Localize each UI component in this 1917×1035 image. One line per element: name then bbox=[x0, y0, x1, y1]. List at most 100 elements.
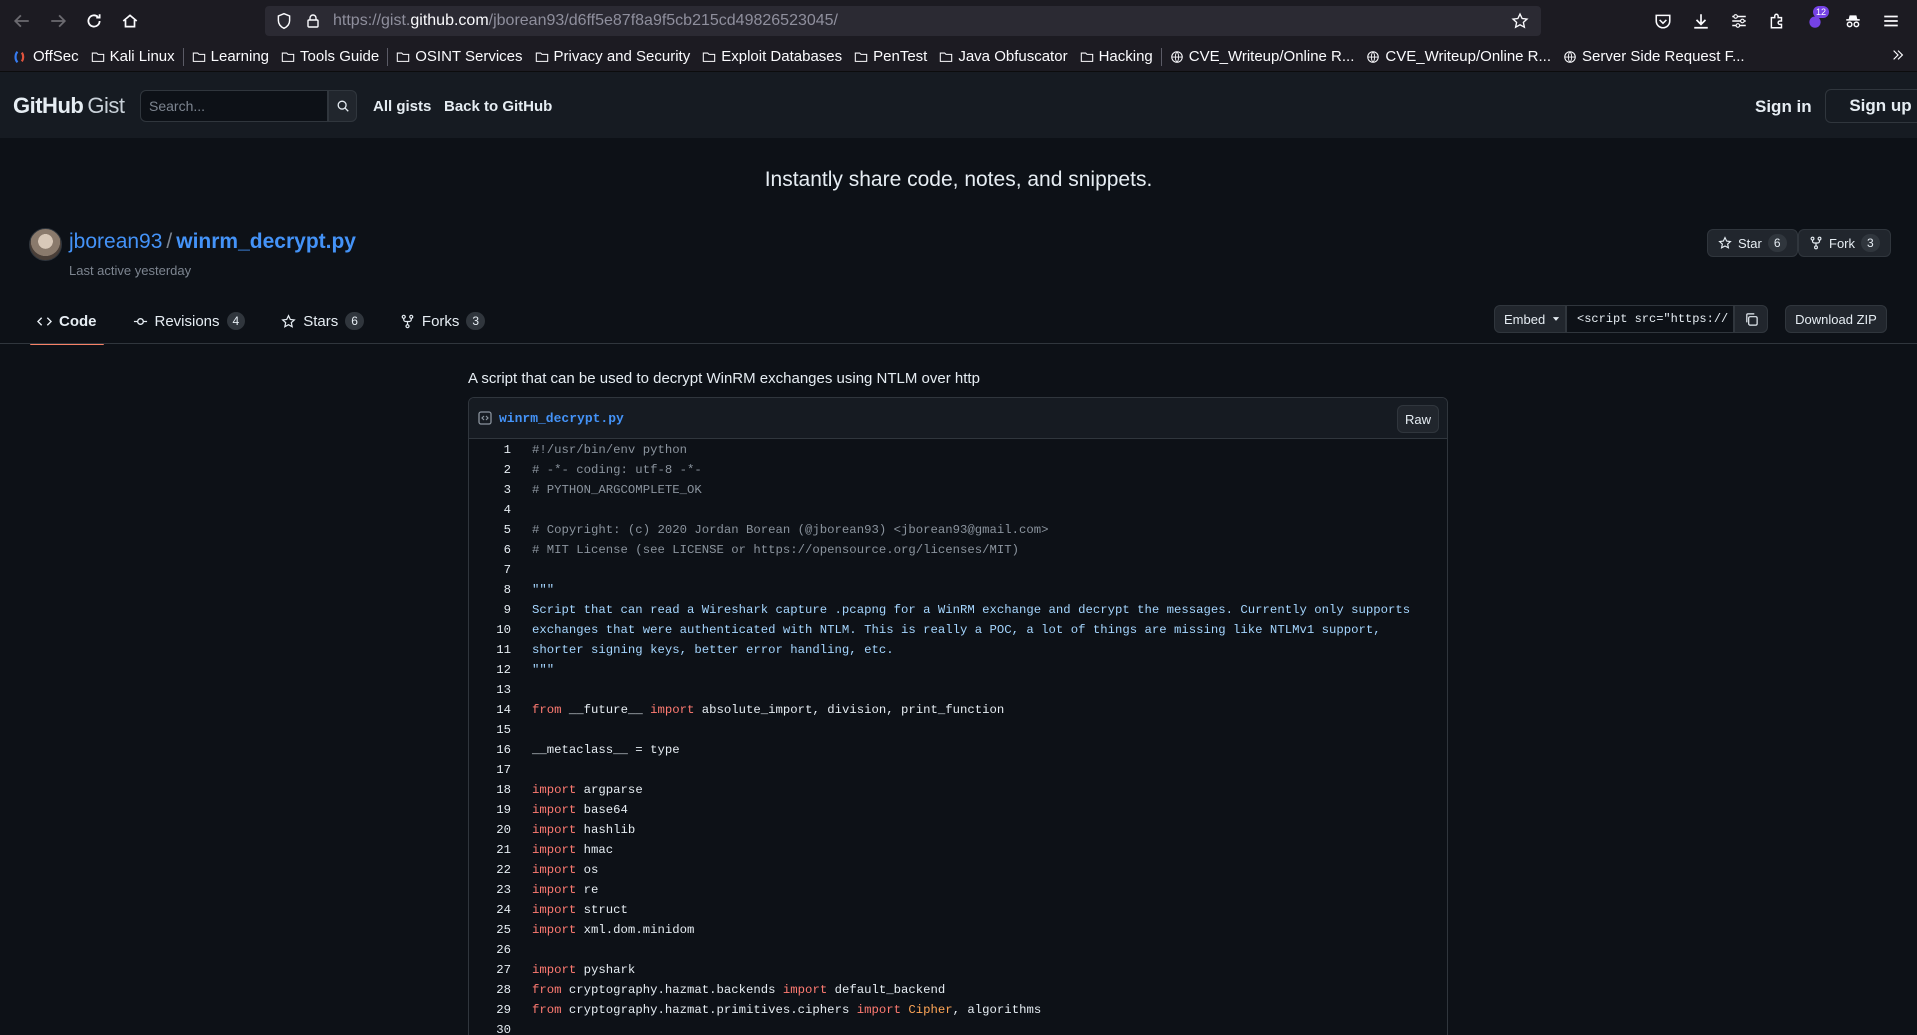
line-number[interactable]: 8 bbox=[469, 580, 511, 600]
line-content bbox=[511, 760, 532, 780]
code-line: 14 from __future__ import absolute_import… bbox=[469, 700, 1447, 720]
forward-button[interactable] bbox=[40, 3, 76, 39]
fork-count: 3 bbox=[1861, 234, 1880, 252]
more-bookmarks-chevron-icon[interactable] bbox=[1891, 48, 1905, 67]
bookmark-item[interactable]: CVE_Writeup/Online R... bbox=[1164, 43, 1361, 71]
profile-button[interactable] bbox=[1837, 4, 1869, 38]
line-number[interactable]: 13 bbox=[469, 680, 511, 700]
file-name-link[interactable]: winrm_decrypt.py bbox=[499, 411, 624, 426]
lock-icon[interactable] bbox=[305, 13, 321, 29]
line-number[interactable]: 21 bbox=[469, 840, 511, 860]
line-number[interactable]: 23 bbox=[469, 880, 511, 900]
bookmark-item[interactable]: CVE_Writeup/Online R... bbox=[1360, 43, 1557, 71]
gist-title: jborean93/winrm_decrypt.py bbox=[69, 230, 356, 254]
avatar[interactable] bbox=[29, 228, 62, 261]
back-button[interactable] bbox=[4, 3, 40, 39]
search-button[interactable] bbox=[328, 90, 357, 122]
line-number[interactable]: 27 bbox=[469, 960, 511, 980]
bookmark-item[interactable]: Tools Guide bbox=[275, 43, 385, 71]
line-number[interactable]: 25 bbox=[469, 920, 511, 940]
line-number[interactable]: 14 bbox=[469, 700, 511, 720]
pocket-button[interactable] bbox=[1647, 4, 1679, 38]
line-number[interactable]: 3 bbox=[469, 480, 511, 500]
line-number[interactable]: 6 bbox=[469, 540, 511, 560]
address-bar[interactable]: https://gist.github.com/jborean93/d6ff5e… bbox=[265, 6, 1541, 36]
arrow-left-icon bbox=[13, 14, 29, 28]
line-number[interactable]: 30 bbox=[469, 1020, 511, 1035]
title-separator: / bbox=[166, 230, 173, 253]
code-token: shorter signing keys, better error handl… bbox=[532, 643, 894, 657]
line-number[interactable]: 18 bbox=[469, 780, 511, 800]
reload-button[interactable] bbox=[76, 3, 112, 39]
line-number[interactable]: 2 bbox=[469, 460, 511, 480]
tab-forks[interactable]: Forks 3 bbox=[393, 303, 492, 339]
extension-badge-button[interactable]: 12 bbox=[1799, 4, 1831, 38]
home-button[interactable] bbox=[112, 3, 148, 39]
all-gists-link[interactable]: All gists bbox=[373, 98, 431, 115]
bookmark-label: Exploit Databases bbox=[721, 48, 843, 65]
embed-code-input[interactable]: <script src="https:// bbox=[1566, 305, 1734, 333]
embed-dropdown[interactable]: Embed bbox=[1494, 305, 1566, 333]
code-token: # -*- coding: utf-8 -*- bbox=[532, 463, 702, 477]
shield-icon[interactable] bbox=[275, 12, 293, 30]
fork-button[interactable]: Fork 3 bbox=[1798, 229, 1891, 257]
bookmark-item[interactable]: Java Obfuscator bbox=[933, 43, 1073, 71]
browser-toolbar: https://gist.github.com/jborean93/d6ff5e… bbox=[0, 0, 1917, 42]
line-number[interactable]: 5 bbox=[469, 520, 511, 540]
line-number[interactable]: 17 bbox=[469, 760, 511, 780]
line-number[interactable]: 29 bbox=[469, 1000, 511, 1020]
line-number[interactable]: 7 bbox=[469, 560, 511, 580]
bookmark-item[interactable]: Privacy and Security bbox=[529, 43, 697, 71]
bookmark-item[interactable]: Hacking bbox=[1074, 43, 1159, 71]
bookmark-star-icon[interactable] bbox=[1511, 12, 1529, 30]
menu-button[interactable] bbox=[1875, 4, 1907, 38]
line-number[interactable]: 10 bbox=[469, 620, 511, 640]
bookmark-item[interactable]: PenTest bbox=[848, 43, 933, 71]
gist-filename-link[interactable]: winrm_decrypt.py bbox=[176, 230, 356, 253]
downloads-button[interactable] bbox=[1685, 4, 1717, 38]
url-text: https://gist.github.com/jborean93/d6ff5e… bbox=[333, 12, 838, 30]
bookmark-item[interactable]: Server Side Request F... bbox=[1557, 43, 1751, 71]
line-number[interactable]: 28 bbox=[469, 980, 511, 1000]
line-number[interactable]: 11 bbox=[469, 640, 511, 660]
back-to-github-link[interactable]: Back to GitHub bbox=[444, 98, 552, 115]
line-number[interactable]: 26 bbox=[469, 940, 511, 960]
customize-button[interactable] bbox=[1723, 4, 1755, 38]
bookmark-item[interactable]: Learning bbox=[186, 43, 275, 71]
line-number[interactable]: 4 bbox=[469, 500, 511, 520]
code-line: 13 bbox=[469, 680, 1447, 700]
bookmark-item[interactable]: OSINT Services bbox=[390, 43, 528, 71]
github-gist-logo[interactable]: GitHub Gist bbox=[13, 93, 125, 119]
globe-icon bbox=[1564, 50, 1576, 63]
line-number[interactable]: 9 bbox=[469, 600, 511, 620]
star-button[interactable]: Star 6 bbox=[1707, 229, 1798, 257]
owner-link[interactable]: jborean93 bbox=[69, 230, 162, 253]
bookmark-item[interactable]: OffSec bbox=[8, 43, 85, 71]
tab-code[interactable]: Code bbox=[30, 303, 104, 345]
sign-up-button[interactable]: Sign up bbox=[1825, 89, 1917, 123]
code-line: 9 Script that can read a Wireshark captur… bbox=[469, 600, 1447, 620]
line-number[interactable]: 1 bbox=[469, 440, 511, 460]
search-input[interactable]: Search... bbox=[140, 90, 328, 122]
tab-stars[interactable]: Stars 6 bbox=[274, 303, 371, 339]
line-number[interactable]: 15 bbox=[469, 720, 511, 740]
line-number[interactable]: 16 bbox=[469, 740, 511, 760]
code-token: """ bbox=[532, 663, 555, 677]
copy-button[interactable] bbox=[1734, 305, 1768, 333]
raw-button[interactable]: Raw bbox=[1397, 405, 1439, 433]
bookmark-item[interactable]: Exploit Databases bbox=[696, 43, 848, 71]
sign-in-link[interactable]: Sign in bbox=[1755, 97, 1812, 117]
folder-icon bbox=[854, 52, 868, 62]
download-zip-button[interactable]: Download ZIP bbox=[1785, 305, 1887, 333]
line-number[interactable]: 19 bbox=[469, 800, 511, 820]
line-number[interactable]: 20 bbox=[469, 820, 511, 840]
double-chevron-icon bbox=[1893, 50, 1904, 60]
gist-description: A script that can be used to decrypt Win… bbox=[468, 370, 980, 387]
spy-icon bbox=[1846, 15, 1860, 28]
extensions-button[interactable] bbox=[1761, 4, 1793, 38]
line-number[interactable]: 12 bbox=[469, 660, 511, 680]
line-number[interactable]: 22 bbox=[469, 860, 511, 880]
line-number[interactable]: 24 bbox=[469, 900, 511, 920]
bookmark-item[interactable]: Kali Linux bbox=[85, 43, 181, 71]
tab-revisions[interactable]: Revisions 4 bbox=[126, 303, 253, 339]
